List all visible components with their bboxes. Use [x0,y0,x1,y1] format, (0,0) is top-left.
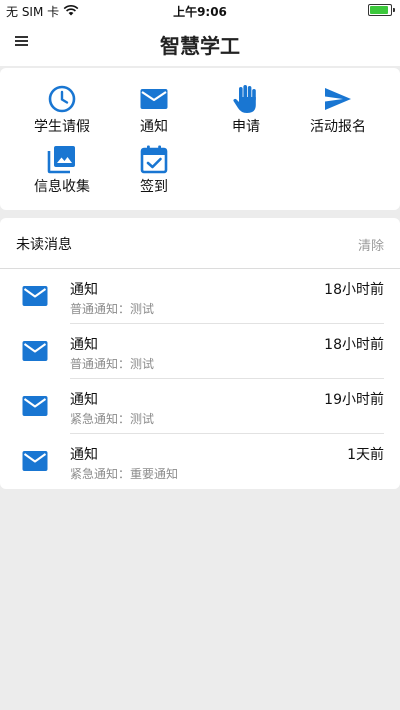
quick-actions-card: 学生请假 通知 申请 活动报名 信息收集 签到 [0,68,400,210]
messages-header: 未读消息 清除 [0,218,400,269]
message-subtitle: 普通通知：测试 [70,302,155,316]
message-item[interactable]: 通知 19小时前 紧急通知：测试 [0,379,400,434]
quick-action-event-signup[interactable]: 活动报名 [288,84,388,142]
page-title: 智慧学工 [160,34,240,58]
quick-action-checkin[interactable]: 签到 [104,144,204,202]
unread-messages-card: 未读消息 清除 通知 18小时前 普通通知：测试 通知 18小时前 普通通知：测… [0,218,400,489]
quick-action-leave[interactable]: 学生请假 [12,84,112,142]
quick-action-info-collect[interactable]: 信息收集 [12,144,112,202]
quick-action-label: 活动报名 [310,119,366,135]
quick-action-label: 信息收集 [34,179,90,195]
photo-library-icon [47,144,77,174]
status-bar: 无 SIM 卡 上午9:06 [0,0,400,20]
message-subtitle: 紧急通知：测试 [70,412,155,426]
status-time: 上午9:06 [173,5,227,19]
message-time: 1天前 [347,447,384,463]
battery-icon [368,4,395,16]
message-time: 19小时前 [324,392,384,408]
quick-action-label: 通知 [140,119,168,135]
message-subtitle: 普通通知：测试 [70,357,155,371]
battery-level [370,6,388,14]
quick-action-apply[interactable]: 申请 [196,84,296,142]
quick-action-label: 申请 [232,119,260,135]
message-title: 通知 [70,447,98,463]
message-subtitle: 紧急通知：重要通知 [70,467,179,481]
send-icon [323,84,353,114]
messages-header-title: 未读消息 [16,237,72,253]
message-item[interactable]: 通知 18小时前 普通通知：测试 [0,324,400,379]
quick-action-label: 学生请假 [34,119,90,135]
message-time: 18小时前 [324,282,384,298]
clear-button[interactable]: 清除 [358,235,384,254]
message-title: 通知 [70,337,98,353]
hand-icon [231,84,261,114]
mail-icon [22,285,48,307]
mail-icon [139,84,169,114]
calendar-check-icon [139,144,169,174]
app-screen: 无 SIM 卡 上午9:06 智慧学工 学生请假 通知 申请 活动报名 信息收集… [0,0,400,710]
clock-icon [47,84,77,114]
mail-icon [22,340,48,362]
mail-icon [22,450,48,472]
message-item[interactable]: 通知 18小时前 普通通知：测试 [0,269,400,324]
message-item[interactable]: 通知 1天前 紧急通知：重要通知 [0,434,400,489]
mail-icon [22,395,48,417]
message-title: 通知 [70,392,98,408]
message-time: 18小时前 [324,337,384,353]
message-title: 通知 [70,282,98,298]
quick-action-notice[interactable]: 通知 [104,84,204,142]
quick-action-label: 签到 [140,179,168,195]
nav-bar: 智慧学工 [0,20,400,66]
